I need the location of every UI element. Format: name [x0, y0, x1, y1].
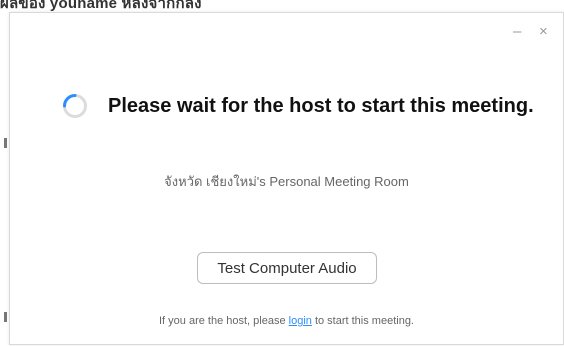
host-login-note: If you are the host, please login to sta… — [10, 315, 563, 327]
loading-spinner-icon — [63, 94, 87, 118]
waiting-for-host-dialog: – × Please wait for the host to start th… — [9, 12, 564, 345]
background-edge-mark — [4, 312, 7, 322]
host-note-prefix: If you are the host, please — [159, 315, 289, 327]
screen: ผลของ youname หลังจากกลง – × Please wait… — [0, 0, 564, 346]
background-edge-mark — [4, 138, 7, 148]
waiting-status: Please wait for the host to start this m… — [62, 91, 534, 121]
status-message: Please wait for the host to start this m… — [108, 94, 534, 117]
meeting-room-name: จังหวัด เชียงใหม่'s Personal Meeting Roo… — [164, 174, 409, 189]
host-note-suffix: to start this meeting. — [311, 315, 414, 327]
login-link[interactable]: login — [289, 315, 312, 327]
close-button[interactable]: × — [539, 24, 548, 39]
minimize-button[interactable]: – — [513, 24, 521, 39]
test-computer-audio-button[interactable]: Test Computer Audio — [197, 252, 377, 284]
